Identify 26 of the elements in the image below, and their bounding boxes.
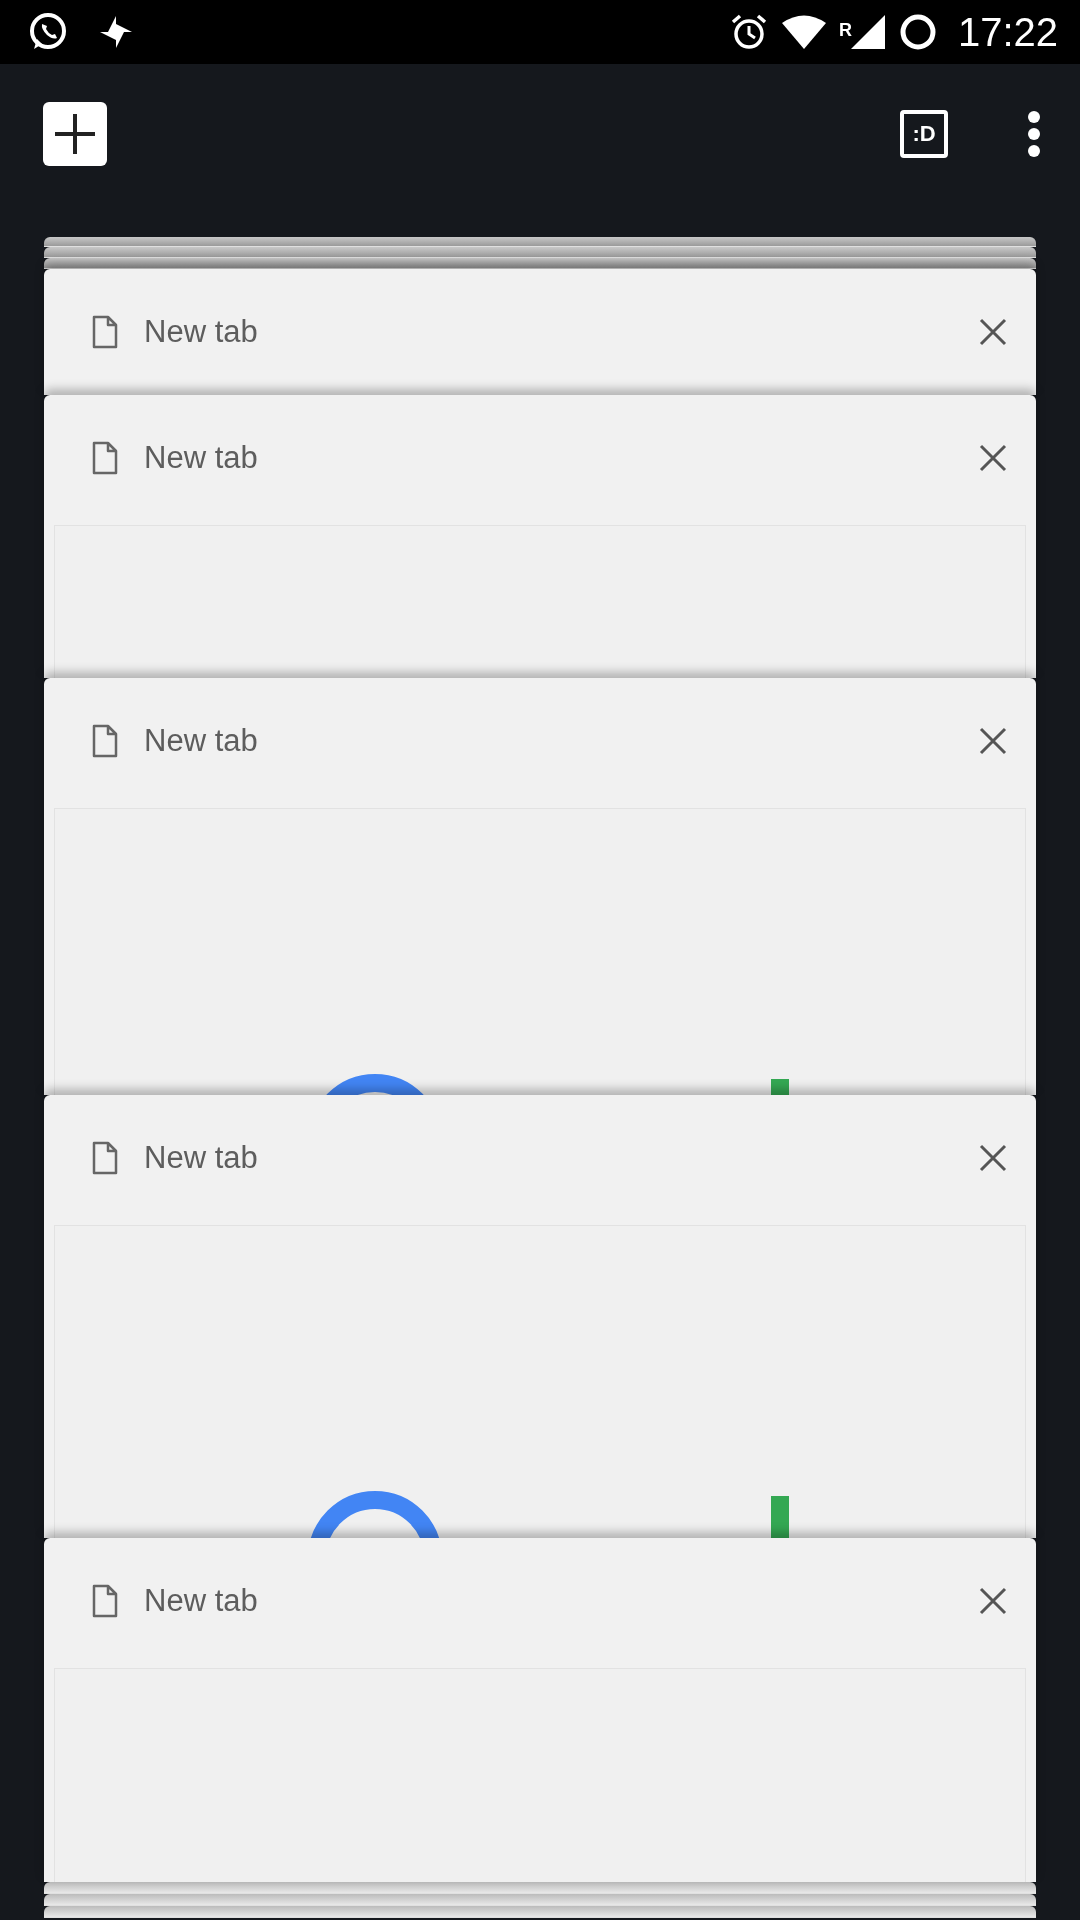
wifi-icon: [780, 14, 827, 50]
tab-title: New tab: [144, 1583, 259, 1619]
tab-card[interactable]: New tab: [44, 1095, 1036, 1538]
tab-card[interactable]: New tab: [44, 269, 1036, 395]
tab-card[interactable]: New tab: [44, 395, 1036, 678]
tab-title: New tab: [144, 440, 259, 476]
page-icon: [92, 1584, 118, 1618]
tab-title: New tab: [144, 314, 259, 350]
page-icon: [92, 724, 118, 758]
clock-time: 17:22: [957, 9, 1058, 55]
close-icon[interactable]: [978, 317, 1008, 347]
roaming-indicator: R: [838, 19, 852, 41]
close-icon[interactable]: [978, 1586, 1008, 1616]
page-icon: [92, 315, 118, 349]
close-icon[interactable]: [978, 726, 1008, 756]
new-tab-button[interactable]: [43, 102, 107, 166]
close-icon[interactable]: [978, 1143, 1008, 1173]
tab-card[interactable]: New tab: [44, 1538, 1036, 1882]
tab-title: New tab: [144, 1140, 259, 1176]
close-icon[interactable]: [978, 443, 1008, 473]
tab-card[interactable]: New tab: [44, 678, 1036, 1095]
incognito-toggle[interactable]: :D: [900, 110, 948, 158]
tab-title: New tab: [144, 723, 259, 759]
page-icon: [92, 1141, 118, 1175]
page-icon: [92, 441, 118, 475]
plus-icon: [53, 112, 97, 156]
